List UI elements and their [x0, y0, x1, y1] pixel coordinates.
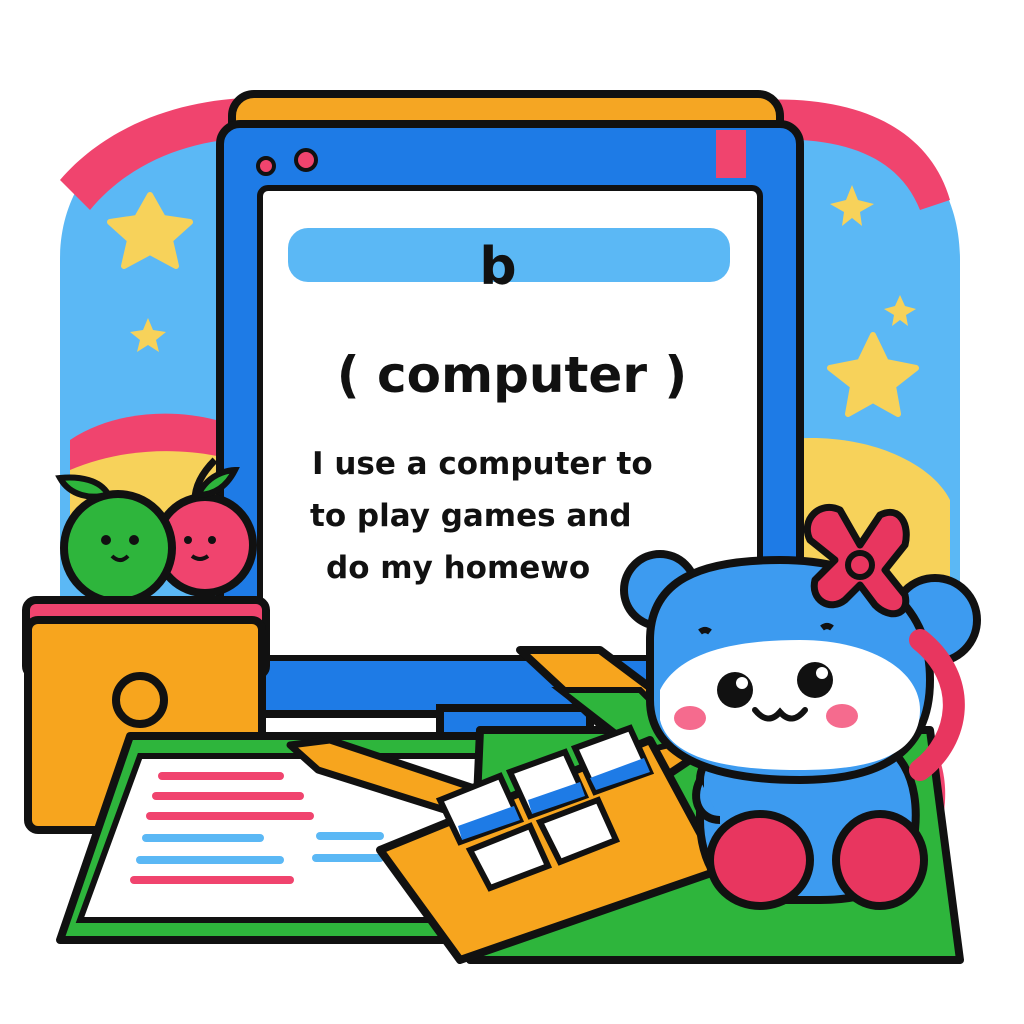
screen-sentence-line-1: I use a computer to: [312, 446, 653, 482]
illustration: b ( computer ) I use a computer to to pl…: [22, 90, 981, 964]
window-dot-icon: [256, 156, 276, 176]
screen-title: ( computer ): [337, 346, 687, 404]
screen-sentence-line-2: to play games and: [310, 498, 632, 534]
screen-letter: b: [479, 237, 516, 297]
screen-sentence-line-3: do my homewo: [326, 550, 590, 586]
window-dot-icon: [294, 148, 318, 172]
